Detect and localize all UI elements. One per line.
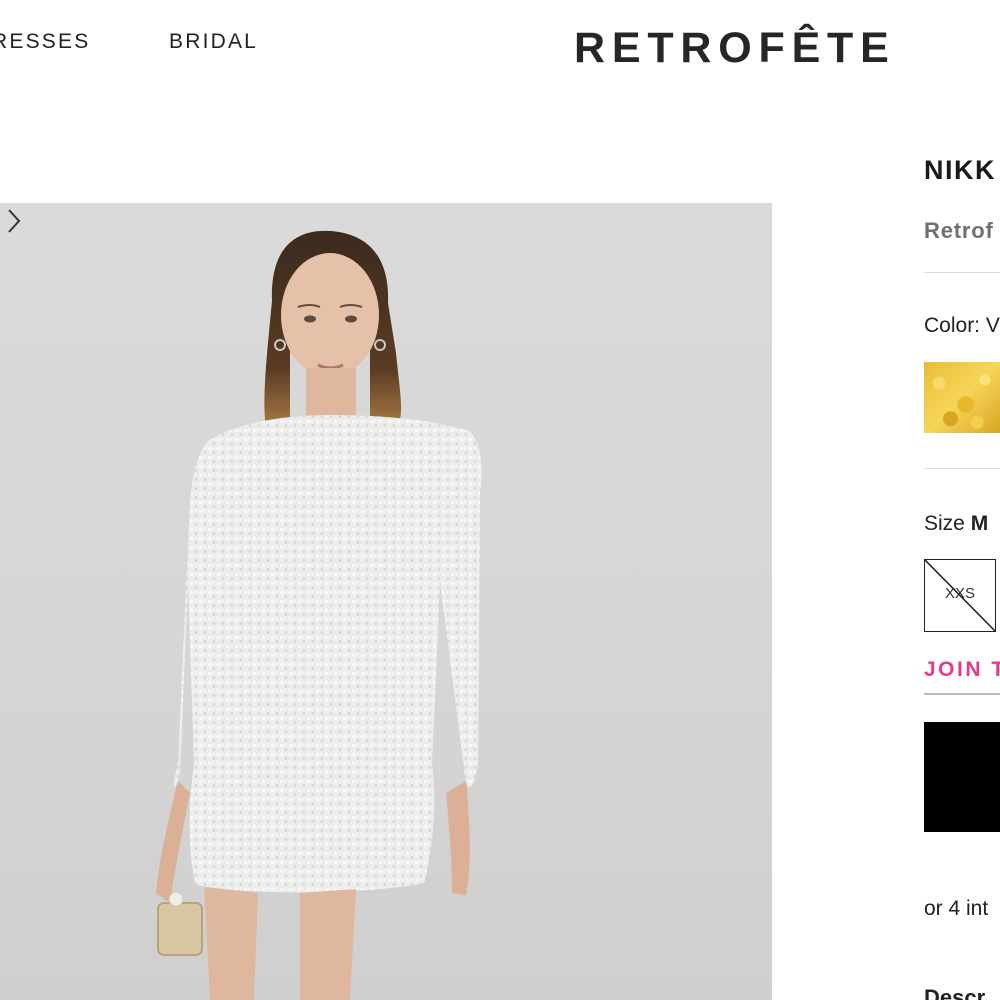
size-label-value: M (970, 512, 989, 535)
add-to-bag-button[interactable] (924, 722, 1000, 832)
join-waitlist-link[interactable]: JOIN T (924, 658, 1000, 682)
description-heading[interactable]: Descr (924, 985, 985, 1000)
join-link-underline (924, 693, 1000, 695)
unavailable-slash-icon (925, 560, 995, 631)
size-label-prefix: Size (924, 512, 965, 535)
product-title: NIKK (924, 155, 996, 185)
model-photo (156, 230, 482, 1000)
chevron-right-icon[interactable] (0, 203, 28, 239)
color-label: Color: V (924, 314, 1000, 337)
divider (924, 468, 1000, 469)
size-label: Size M (924, 512, 988, 536)
product-brand[interactable]: Retrof (924, 218, 994, 244)
product-page: RESSES BRIDAL RETROFÊTE NIKK Retrof Colo… (0, 0, 1000, 1000)
brand-logo[interactable]: RETROFÊTE (574, 24, 896, 73)
divider (924, 272, 1000, 273)
color-swatch[interactable] (924, 362, 1000, 433)
installments-text: or 4 int (924, 897, 989, 920)
size-option-xxs[interactable]: XXS (924, 559, 996, 632)
nav-bridal[interactable]: BRIDAL (169, 30, 258, 54)
product-image[interactable] (0, 203, 772, 1000)
product-details: NIKK Retrof Color: V Size M XXS JOIN T o… (924, 0, 1000, 1000)
nav-dresses[interactable]: RESSES (0, 30, 90, 54)
